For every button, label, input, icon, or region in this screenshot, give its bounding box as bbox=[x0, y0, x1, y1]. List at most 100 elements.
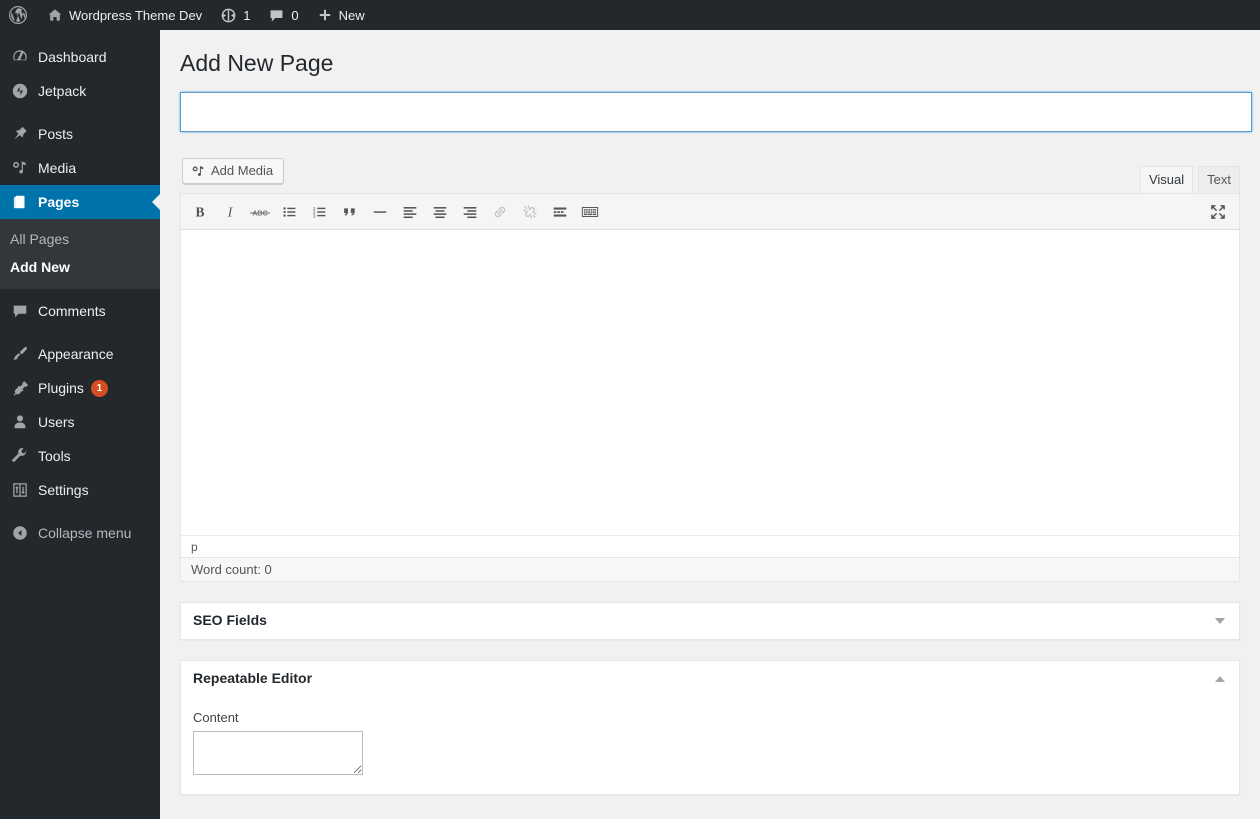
blockquote-button[interactable] bbox=[335, 198, 365, 226]
site-name: Wordpress Theme Dev bbox=[69, 7, 203, 23]
page-wrap: Add New Page Add Media Visual Text B I A… bbox=[160, 30, 1260, 795]
svg-text:B: B bbox=[195, 204, 204, 219]
svg-text:I: I bbox=[227, 204, 234, 219]
comments-menu[interactable]: 0 bbox=[259, 0, 307, 30]
plugin-icon bbox=[10, 378, 30, 398]
pages-submenu: All Pages Add New bbox=[0, 219, 160, 289]
page-title: Add New Page bbox=[180, 50, 334, 76]
strikethrough-button[interactable]: ABC bbox=[245, 198, 275, 226]
collapse-arrow-icon bbox=[10, 523, 30, 543]
insert-link-button[interactable] bbox=[485, 198, 515, 226]
metabox-title: SEO Fields bbox=[193, 612, 267, 629]
sidebar-item-label: Settings bbox=[38, 482, 89, 498]
content-field-textarea[interactable] bbox=[193, 731, 363, 775]
metabox-body: Content bbox=[181, 697, 1239, 794]
align-right-button[interactable] bbox=[455, 198, 485, 226]
sidebar-subitem-add-new[interactable]: Add New bbox=[0, 253, 160, 281]
bullet-list-button[interactable] bbox=[275, 198, 305, 226]
admin-bar: Wordpress Theme Dev 1 0 New bbox=[0, 0, 1260, 30]
align-right-icon bbox=[461, 203, 479, 221]
keyboard-icon bbox=[580, 203, 600, 221]
site-name-menu[interactable]: Wordpress Theme Dev bbox=[38, 0, 211, 30]
bold-button[interactable]: B bbox=[185, 198, 215, 226]
numbered-list-button[interactable]: 1 2 3 bbox=[305, 198, 335, 226]
tab-text[interactable]: Text bbox=[1198, 166, 1240, 193]
wrench-icon bbox=[10, 446, 30, 466]
sidebar-item-appearance[interactable]: Appearance bbox=[0, 337, 160, 371]
media-icon bbox=[10, 158, 30, 178]
editor-content-area[interactable] bbox=[181, 230, 1239, 535]
sidebar-item-pages[interactable]: Pages bbox=[0, 185, 160, 219]
wordpress-logo-menu[interactable] bbox=[0, 0, 38, 30]
sidebar-item-media[interactable]: Media bbox=[0, 151, 160, 185]
metabox-toggle-button[interactable] bbox=[1203, 605, 1237, 637]
sidebar-top-spacer bbox=[0, 30, 160, 40]
read-more-icon bbox=[551, 203, 569, 221]
chevron-up-icon bbox=[1215, 676, 1225, 682]
chevron-down-icon bbox=[1215, 618, 1225, 624]
metabox-repeatable-editor: Repeatable Editor Content bbox=[180, 660, 1240, 795]
sidebar-item-label: Media bbox=[38, 160, 77, 176]
sidebar-item-settings[interactable]: Settings bbox=[0, 473, 160, 507]
paintbrush-icon bbox=[10, 344, 30, 364]
collapse-menu-label: Collapse menu bbox=[38, 525, 132, 541]
sidebar-divider bbox=[0, 507, 160, 516]
sidebar-subitem-all-pages[interactable]: All Pages bbox=[0, 225, 160, 253]
insert-read-more-button[interactable] bbox=[545, 198, 575, 226]
post-title-input[interactable] bbox=[180, 92, 1252, 132]
bold-icon: B bbox=[191, 203, 209, 221]
sidebar-item-label: Appearance bbox=[38, 346, 114, 362]
sidebar-item-posts[interactable]: Posts bbox=[0, 117, 160, 151]
svg-text:3: 3 bbox=[313, 213, 316, 219]
remove-link-button[interactable] bbox=[515, 198, 545, 226]
sidebar-item-plugins[interactable]: Plugins 1 bbox=[0, 371, 160, 405]
align-center-button[interactable] bbox=[425, 198, 455, 226]
admin-sidebar: Dashboard Jetpack Posts Media Pages All … bbox=[0, 30, 160, 819]
media-icon bbox=[191, 164, 206, 179]
align-left-button[interactable] bbox=[395, 198, 425, 226]
wordpress-logo-icon bbox=[8, 5, 28, 25]
user-icon bbox=[10, 412, 30, 432]
editor-path-indicator: p bbox=[181, 535, 1239, 557]
dashboard-icon bbox=[10, 47, 30, 67]
metabox-header[interactable]: Repeatable Editor bbox=[181, 661, 1239, 697]
sidebar-item-label: Dashboard bbox=[38, 49, 107, 65]
sidebar-item-label: Users bbox=[38, 414, 75, 430]
sidebar-item-label: Posts bbox=[38, 126, 74, 142]
sidebar-divider bbox=[0, 108, 160, 117]
unlink-icon bbox=[521, 203, 539, 221]
horizontal-rule-icon bbox=[371, 203, 389, 221]
sidebar-item-label: Comments bbox=[38, 303, 106, 319]
post-editor: Add Media Visual Text B I ABC 1 2 3 p Wo… bbox=[180, 157, 1240, 582]
comments-count: 0 bbox=[291, 7, 299, 23]
updates-count: 1 bbox=[243, 7, 251, 23]
new-content-menu[interactable]: New bbox=[308, 0, 374, 30]
fullscreen-button[interactable] bbox=[1203, 198, 1233, 226]
sidebar-item-tools[interactable]: Tools bbox=[0, 439, 160, 473]
sidebar-item-comments[interactable]: Comments bbox=[0, 294, 160, 328]
editor-mode-tabs: Visual Text bbox=[1135, 166, 1240, 193]
italic-button[interactable]: I bbox=[215, 198, 245, 226]
sidebar-item-dashboard[interactable]: Dashboard bbox=[0, 40, 160, 74]
plus-icon bbox=[317, 7, 333, 23]
editor-container: B I ABC 1 2 3 p bbox=[180, 193, 1240, 558]
metabox-toggle-button[interactable] bbox=[1203, 663, 1237, 695]
metabox-header[interactable]: SEO Fields bbox=[181, 603, 1239, 639]
add-media-label: Add Media bbox=[211, 163, 274, 178]
toolbar-toggle-button[interactable] bbox=[575, 198, 605, 226]
collapse-menu-button[interactable]: Collapse menu bbox=[0, 516, 160, 550]
add-media-button[interactable]: Add Media bbox=[182, 158, 285, 184]
horizontal-rule-button[interactable] bbox=[365, 198, 395, 226]
sidebar-item-users[interactable]: Users bbox=[0, 405, 160, 439]
sidebar-item-label: Jetpack bbox=[38, 83, 87, 99]
tab-visual[interactable]: Visual bbox=[1139, 166, 1194, 193]
link-icon bbox=[491, 203, 509, 221]
new-content-label: New bbox=[338, 7, 365, 23]
bullet-list-icon bbox=[281, 203, 299, 221]
word-count-status: Word count: 0 bbox=[180, 558, 1240, 582]
pin-icon bbox=[10, 124, 30, 144]
editor-tools: Add Media Visual Text bbox=[180, 157, 1240, 193]
sidebar-item-jetpack[interactable]: Jetpack bbox=[0, 74, 160, 108]
updates-menu[interactable]: 1 bbox=[211, 0, 259, 30]
title-field-wrapper bbox=[180, 92, 1252, 132]
